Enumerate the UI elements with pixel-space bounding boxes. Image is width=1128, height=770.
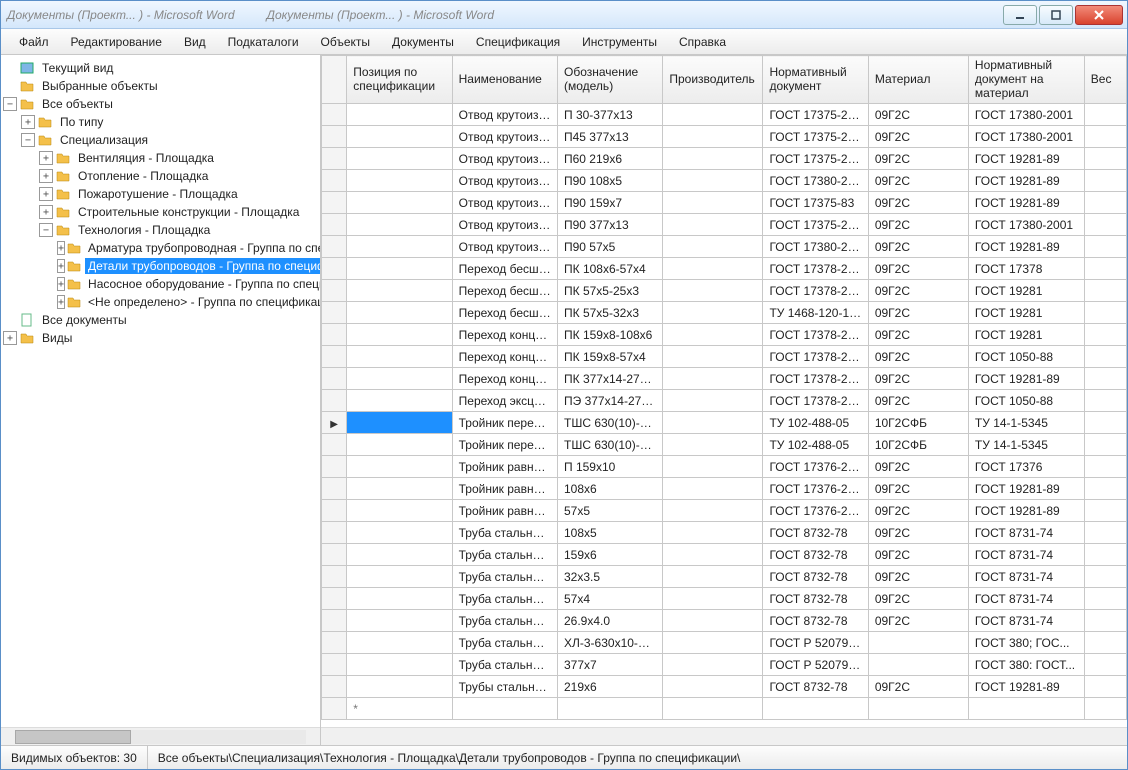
tree[interactable]: Текущий вид Выбранные объекты − Все объе… (1, 55, 320, 727)
menu-documents[interactable]: Документы (382, 32, 464, 52)
title-ghost: Документы (Проект... ) - Microsoft Word … (1, 8, 999, 22)
table-row[interactable]: Отвод крутоизо...П60 219х6ГОСТ 17375-200… (322, 148, 1127, 170)
tree-undefined[interactable]: +<Не определено> - Группа по спецификаци… (57, 293, 318, 311)
tree-all-objects[interactable]: − Все объекты (3, 95, 318, 113)
folder-icon (55, 150, 71, 166)
expander-icon[interactable]: − (3, 97, 17, 111)
table-row[interactable]: Тройник равноп...108х6ГОСТ 17376-200109Г… (322, 478, 1127, 500)
app-window: Документы (Проект... ) - Microsoft Word … (0, 0, 1128, 770)
table-row[interactable]: Отвод крутоизо...П90 57х5ГОСТ 17380-2001… (322, 236, 1127, 258)
table-row[interactable]: Переход эксцен...ПЭ 377х14-273х12ГОСТ 17… (322, 390, 1127, 412)
view-icon (19, 60, 35, 76)
col-material[interactable]: Материал (868, 56, 968, 104)
folder-icon (37, 114, 53, 130)
table-row[interactable]: Труба стальная ...57х4ГОСТ 8732-7809Г2СГ… (322, 588, 1127, 610)
table-row[interactable]: Тройник равноп...П 159х10ГОСТ 17376-2001… (322, 456, 1127, 478)
table-row[interactable]: Трубы стальны...219х6ГОСТ 8732-7809Г2СГО… (322, 676, 1127, 698)
maximize-button[interactable] (1039, 5, 1073, 25)
menu-objects[interactable]: Объекты (311, 32, 381, 52)
tree-specialization[interactable]: − Специализация (21, 131, 318, 149)
tree-build[interactable]: +Строительные конструкции - Площадка (39, 203, 318, 221)
folder-open-icon (19, 96, 35, 112)
titlebar: Документы (Проект... ) - Microsoft Word … (1, 1, 1127, 29)
tree-hscrollbar[interactable] (1, 727, 320, 745)
expander-icon[interactable]: + (21, 115, 35, 129)
table-row[interactable]: Труба стальная ...ХЛ-3-630х10-К60ГОСТ Р … (322, 632, 1127, 654)
folder-icon (67, 276, 81, 292)
table-row[interactable]: Переход бесшо...ПК 108х6-57х4ГОСТ 17378-… (322, 258, 1127, 280)
tree-pumps[interactable]: +Насосное оборудование - Группа по специ… (57, 275, 318, 293)
folder-open-icon (37, 132, 53, 148)
table-row[interactable]: Тройник перехо...ТШС 630(10)-377...ТУ 10… (322, 434, 1127, 456)
close-button[interactable] (1075, 5, 1123, 25)
tree-heating[interactable]: +Отопление - Площадка (39, 167, 318, 185)
folder-icon (55, 186, 71, 202)
folder-icon (19, 78, 35, 94)
folder-icon (55, 204, 71, 220)
tree-technology[interactable]: −Технология - Площадка (39, 221, 318, 239)
tree-fire[interactable]: +Пожаротушение - Площадка (39, 185, 318, 203)
table-row[interactable]: Переход бесшо...ПК 57х5-25х3ГОСТ 17378-2… (322, 280, 1127, 302)
tree-current-view[interactable]: Текущий вид (3, 59, 318, 77)
tree-views[interactable]: +Виды (3, 329, 318, 347)
status-count: Видимых объектов: 30 (1, 746, 148, 769)
document-icon (19, 312, 35, 328)
status-path: Все объекты\Специализация\Технология - П… (148, 746, 1127, 769)
menu-subcatalogs[interactable]: Подкаталоги (218, 32, 309, 52)
folder-icon (67, 294, 81, 310)
table-header: Позиция по спецификации Наименование Обо… (322, 56, 1127, 104)
table-hscrollbar[interactable] (321, 727, 1127, 745)
table-row[interactable]: Труба стальная ...159х6ГОСТ 8732-7809Г2С… (322, 544, 1127, 566)
menu-tools[interactable]: Инструменты (572, 32, 667, 52)
folder-icon (67, 258, 81, 274)
tree-ventilation[interactable]: +Вентиляция - Площадка (39, 149, 318, 167)
minimize-button[interactable] (1003, 5, 1037, 25)
table-row[interactable]: Тройник перехо...ТШС 630(10)-159...ТУ 10… (322, 412, 1127, 434)
table-row[interactable]: Труба стальная ...32х3.5ГОСТ 8732-7809Г2… (322, 566, 1127, 588)
table-row[interactable]: Отвод крутоизо...П45 377х13ГОСТ 17375-20… (322, 126, 1127, 148)
col-normmat[interactable]: Нормативный документ на материал (968, 56, 1084, 104)
table-row[interactable]: Труба стальная ...377х7ГОСТ Р 52079-2...… (322, 654, 1127, 676)
table-row[interactable]: Отвод крутоизо...П 30-377х13ГОСТ 17375-2… (322, 104, 1127, 126)
col-manufacturer[interactable]: Производитель (663, 56, 763, 104)
status-bar: Видимых объектов: 30 Все объекты\Специал… (1, 745, 1127, 769)
menubar: Файл Редактирование Вид Подкаталоги Объе… (1, 29, 1127, 55)
col-weight[interactable]: Вес (1084, 56, 1126, 104)
col-name[interactable]: Наименование (452, 56, 557, 104)
table-pane: Позиция по спецификации Наименование Обо… (321, 55, 1127, 745)
title-ghost-2: Документы (Проект... ) - Microsoft Word (267, 8, 495, 22)
table-row[interactable]: Переход концен...ПК 159х8-57х4ГОСТ 17378… (322, 346, 1127, 368)
table-new-row[interactable]: * (322, 698, 1127, 720)
table-row[interactable]: Переход концен...ПК 377х14-273х12ГОСТ 17… (322, 368, 1127, 390)
table-row[interactable]: Переход бесшо...ПК 57х5-32х3ТУ 1468-120-… (322, 302, 1127, 324)
tree-all-documents[interactable]: Все документы (3, 311, 318, 329)
title-ghost-1: Документы (Проект... ) - Microsoft Word (7, 8, 235, 22)
col-position[interactable]: Позиция по спецификации (347, 56, 452, 104)
tree-pane: Текущий вид Выбранные объекты − Все объе… (1, 55, 321, 745)
table-row[interactable]: Отвод крутоизо...П90 108х5ГОСТ 17380-200… (322, 170, 1127, 192)
tree-pipeline-details[interactable]: +Детали трубопроводов - Группа по специф… (57, 257, 318, 275)
tree-selected-objects[interactable]: Выбранные объекты (3, 77, 318, 95)
folder-icon (19, 330, 35, 346)
menu-view[interactable]: Вид (174, 32, 216, 52)
folder-icon (55, 168, 71, 184)
menu-file[interactable]: Файл (9, 32, 59, 52)
table-row[interactable]: Труба стальная ...108х5ГОСТ 8732-7809Г2С… (322, 522, 1127, 544)
table-row[interactable]: Труба стальная ...26.9х4.0ГОСТ 8732-7809… (322, 610, 1127, 632)
table-row[interactable]: Переход концен...ПК 159х8-108х6ГОСТ 1737… (322, 324, 1127, 346)
table-row[interactable]: Тройник равноп...57х5ГОСТ 17376-200109Г2… (322, 500, 1127, 522)
folder-open-icon (55, 222, 71, 238)
table-row[interactable]: Отвод крутоизо...П90 159х7ГОСТ 17375-830… (322, 192, 1127, 214)
menu-specification[interactable]: Спецификация (466, 32, 570, 52)
menu-edit[interactable]: Редактирование (61, 32, 172, 52)
tree-by-type[interactable]: + По типу (21, 113, 318, 131)
col-normdoc[interactable]: Нормативный документ (763, 56, 868, 104)
folder-icon (67, 240, 81, 256)
menu-help[interactable]: Справка (669, 32, 736, 52)
tree-armature[interactable]: +Арматура трубопроводная - Группа по спе… (57, 239, 318, 257)
expander-icon[interactable]: − (21, 133, 35, 147)
col-designation[interactable]: Обозначение (модель) (558, 56, 663, 104)
table-row[interactable]: Отвод крутоизо...П90 377х13ГОСТ 17375-20… (322, 214, 1127, 236)
data-grid[interactable]: Позиция по спецификации Наименование Обо… (321, 55, 1127, 727)
